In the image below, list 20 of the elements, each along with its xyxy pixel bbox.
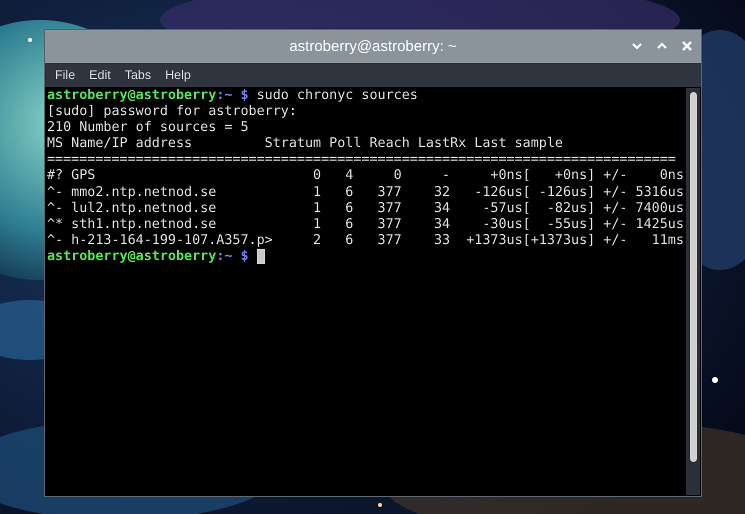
output-line: ^- lul2.ntp.netnod.se 1 6 377 34 -57us[ -82us] +/- 7400us (47, 200, 685, 217)
menu-item[interactable]: File (50, 68, 80, 82)
output-line: ^- mmo2.ntp.netnod.se 1 6 377 32 -126us[ -126us] +/- 5316us (47, 184, 685, 201)
output-line: [sudo] password for astroberry: (47, 104, 298, 120)
output-line: #? GPS 0 4 0 - +0ns[ +0ns] +/- 0ns (47, 168, 685, 185)
output-line: MS Name/IP address Stratum Poll Reach LastRx Last sample (47, 136, 564, 152)
window-title: astroberry@astroberry: ~ (289, 38, 457, 55)
prompt-line: astroberry@astroberry:~ $ (47, 248, 250, 266)
scrollbar-thumb[interactable] (690, 92, 696, 462)
output-line: ^* sth1.ntp.netnod.se 1 6 377 34 -30us[ -55us] +/- 1425us (47, 216, 685, 233)
menu-item[interactable]: Help (160, 68, 196, 82)
scrollbar[interactable] (686, 88, 700, 495)
output-line: ============================================================================== (47, 152, 677, 168)
minimize-icon[interactable] (631, 40, 643, 52)
menu-item[interactable]: Edit (84, 68, 116, 82)
output-line: 210 Number of sources = 5 (47, 120, 250, 136)
menu-item[interactable]: Tabs (120, 68, 156, 82)
prompt-line: astroberry@astroberry:~ $ sudo chronyc sources (47, 88, 419, 104)
output-line: ^- h-213-164-199-107.A357.p> 2 6 377 33 +1373us[+1373us] +/- 11ms (47, 232, 685, 249)
close-icon[interactable] (681, 40, 693, 52)
